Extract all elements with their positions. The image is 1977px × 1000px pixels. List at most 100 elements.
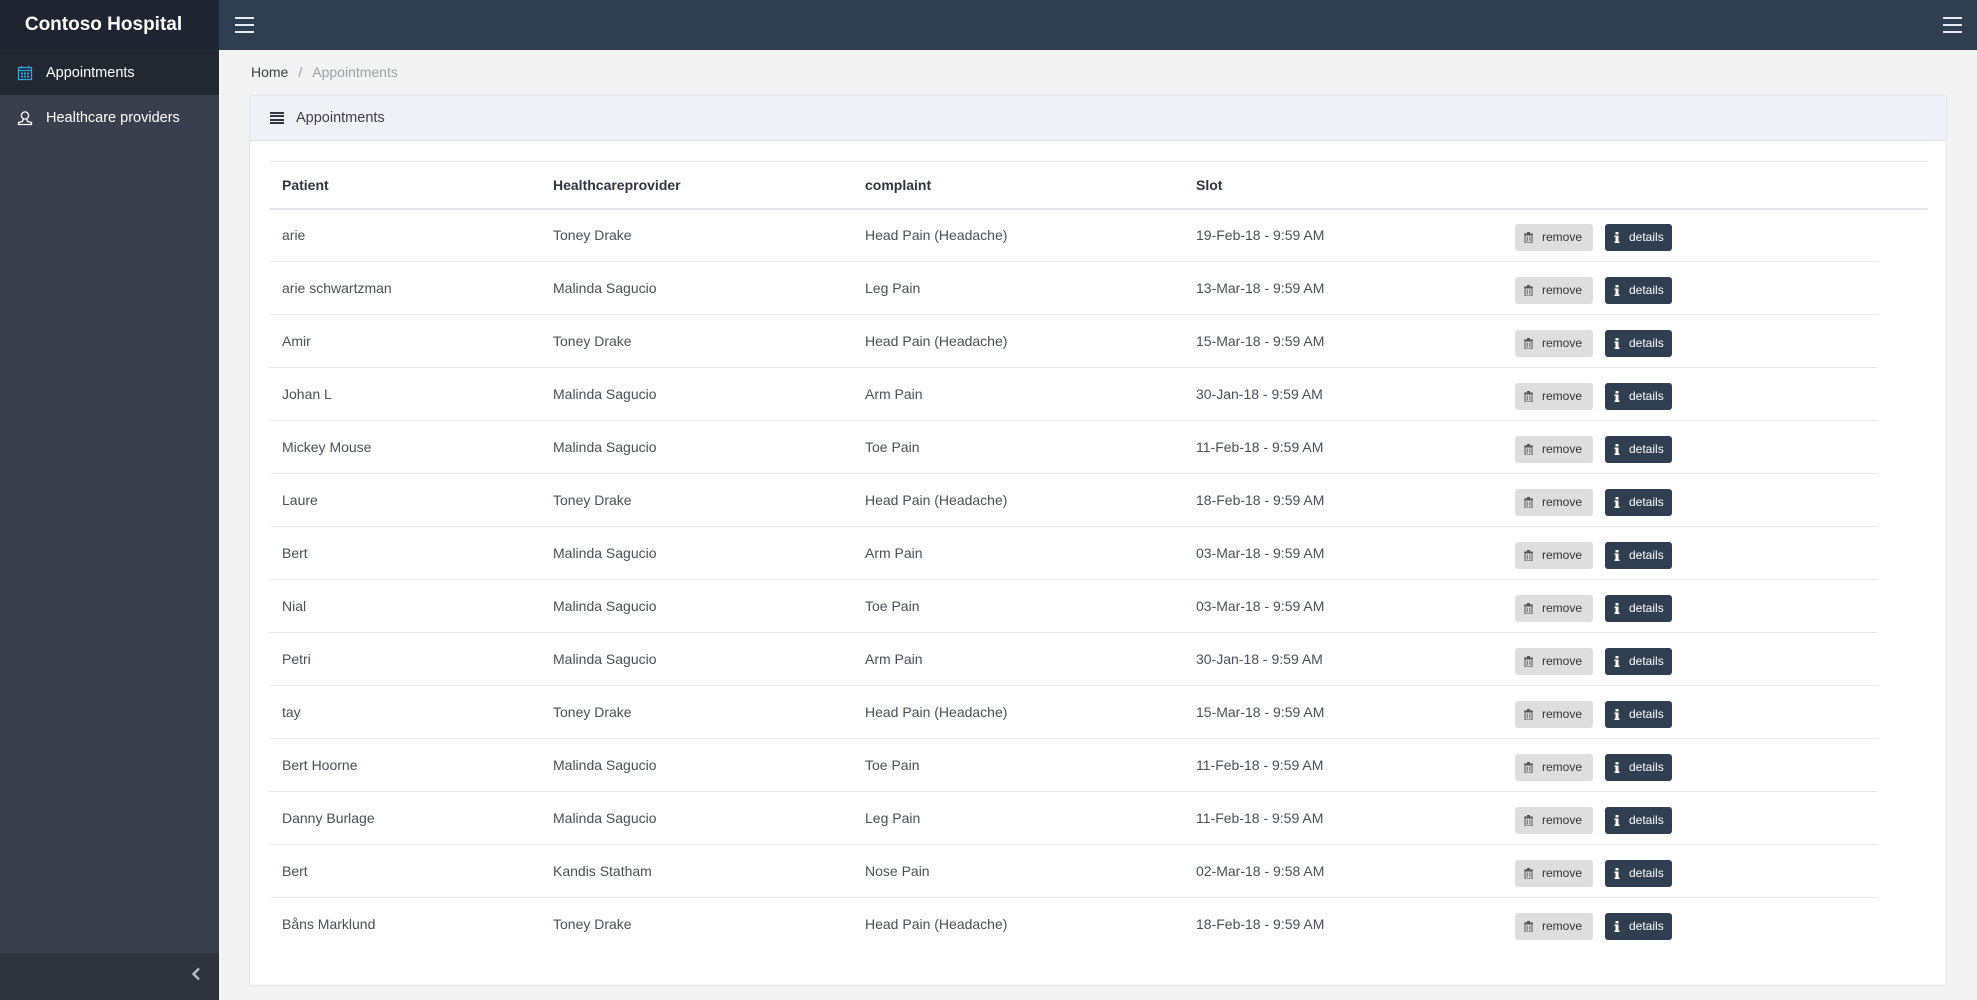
table-row: Laure Toney Drake Head Pain (Headache) 1…	[270, 473, 1928, 527]
cell-patient: Petri	[270, 632, 541, 686]
row-actions: remove details	[1515, 488, 1878, 516]
cell-complaint: Toe Pain	[853, 420, 1184, 474]
sidebar-item-label: Appointments	[46, 64, 135, 81]
details-button[interactable]: details	[1605, 435, 1672, 463]
details-button[interactable]: details	[1605, 382, 1672, 410]
remove-button[interactable]: remove	[1515, 912, 1593, 940]
table-row: Johan L Malinda Sagucio Arm Pain 30-Jan-…	[270, 367, 1928, 421]
details-button[interactable]: details	[1605, 647, 1672, 675]
hamburger-icon[interactable]	[235, 17, 254, 33]
cell-complaint: Head Pain (Headache)	[853, 685, 1184, 739]
remove-button[interactable]: remove	[1515, 541, 1593, 569]
column-header-slot: Slot	[1196, 176, 1223, 193]
cell-slot: 30-Jan-18 - 9:59 AM	[1184, 632, 1503, 686]
cell-slot: 30-Jan-18 - 9:59 AM	[1184, 367, 1503, 421]
details-button[interactable]: details	[1605, 753, 1672, 781]
cell-spacer	[1878, 845, 1928, 898]
cell-healthcareprovider: Malinda Sagucio	[541, 579, 853, 633]
remove-button[interactable]: remove	[1515, 329, 1593, 357]
cell-actions: remove details	[1503, 898, 1878, 951]
remove-button[interactable]: remove	[1515, 276, 1593, 304]
cell-complaint: Head Pain (Headache)	[853, 208, 1184, 262]
remove-button[interactable]: remove	[1515, 647, 1593, 675]
sidebar: Contoso Hospital Appointments Healthcare…	[0, 0, 219, 1000]
cell-actions: remove details	[1503, 208, 1878, 262]
row-actions: remove details	[1515, 382, 1878, 410]
details-button-label: details	[1629, 919, 1664, 934]
hamburger-icon[interactable]	[1943, 17, 1962, 33]
row-actions: remove details	[1515, 806, 1878, 834]
remove-button-label: remove	[1542, 495, 1583, 509]
remove-button[interactable]: remove	[1515, 435, 1593, 463]
remove-button-label: remove	[1542, 230, 1583, 245]
cell-spacer	[1878, 580, 1928, 633]
breadcrumb-current: Appointments	[312, 64, 398, 80]
cell-actions: remove details	[1503, 685, 1878, 739]
details-button[interactable]: details	[1605, 700, 1672, 728]
remove-button-label: remove	[1542, 389, 1583, 403]
details-button-label: details	[1629, 336, 1664, 350]
remove-button[interactable]: remove	[1515, 806, 1593, 834]
cell-healthcareprovider: Malinda Sagucio	[541, 738, 853, 792]
table-row: Amir Toney Drake Head Pain (Headache) 15…	[270, 314, 1928, 368]
details-button[interactable]: details	[1605, 859, 1672, 887]
trash-icon	[1524, 284, 1533, 296]
cell-slot: 11-Feb-18 - 9:59 AM	[1184, 420, 1503, 474]
remove-button[interactable]: remove	[1515, 594, 1593, 622]
cell-healthcareprovider: Toney Drake	[553, 916, 632, 933]
cell-slot: 18-Feb-18 - 9:59 AM	[1184, 473, 1503, 527]
user-icon	[17, 110, 33, 126]
cell-patient: Laure	[270, 473, 541, 527]
trash-icon	[1524, 443, 1533, 455]
remove-button[interactable]: remove	[1515, 700, 1593, 728]
details-button[interactable]: details	[1605, 594, 1672, 622]
sidebar-nav: Appointments Healthcare providers	[0, 50, 219, 140]
remove-button[interactable]: remove	[1515, 859, 1593, 887]
table-row: Bert Malinda Sagucio Arm Pain 03-Mar-18 …	[270, 526, 1928, 580]
details-button[interactable]: details	[1605, 488, 1672, 516]
details-button[interactable]: details	[1605, 541, 1672, 569]
remove-button-label: remove	[1542, 707, 1583, 721]
details-button[interactable]: details	[1605, 329, 1672, 357]
breadcrumb-home-link[interactable]: Home	[251, 64, 288, 80]
cell-slot: 18-Feb-18 - 9:59 AM	[1196, 916, 1325, 933]
sidebar-collapse-button[interactable]	[0, 953, 219, 1000]
cell-actions: remove details	[1503, 261, 1878, 315]
table-row: Petri Malinda Sagucio Arm Pain 30-Jan-18…	[270, 632, 1928, 686]
table-row: tay Toney Drake Head Pain (Headache) 15-…	[270, 685, 1928, 739]
remove-button-label: remove	[1542, 866, 1583, 880]
appointments-table-wrap: Patient Healthcareprovider complaint Slo…	[270, 161, 1928, 951]
cell-complaint: Arm Pain	[853, 632, 1184, 686]
info-icon	[1614, 496, 1620, 508]
cell-slot: 15-Mar-18 - 9:59 AM	[1184, 685, 1503, 739]
cell-actions: remove details	[1503, 526, 1878, 580]
details-button-label: details	[1629, 866, 1664, 880]
details-button[interactable]: details	[1605, 276, 1672, 304]
table-body: arie Toney Drake Head Pain (Headache) 19…	[270, 208, 1928, 951]
remove-button-label: remove	[1542, 336, 1583, 350]
remove-button-label: remove	[1542, 601, 1583, 615]
row-actions: remove details	[1515, 435, 1878, 463]
cell-healthcareprovider: Toney Drake	[541, 685, 853, 739]
info-icon	[1614, 708, 1620, 720]
details-button-label: details	[1629, 548, 1664, 562]
cell-complaint: Leg Pain	[853, 261, 1184, 315]
details-button-label: details	[1629, 283, 1664, 297]
remove-button[interactable]: remove	[1515, 382, 1593, 410]
cell-complaint: Toe Pain	[853, 579, 1184, 633]
details-button[interactable]: details	[1605, 912, 1672, 940]
remove-button[interactable]: remove	[1515, 488, 1593, 516]
row-actions: remove details	[1515, 647, 1878, 675]
sidebar-item-appointments[interactable]: Appointments	[0, 50, 219, 95]
cell-actions: remove details	[1503, 791, 1878, 845]
details-button[interactable]: details	[1605, 223, 1672, 251]
sidebar-item-healthcare-providers[interactable]: Healthcare providers	[0, 95, 219, 140]
cell-complaint: Head Pain (Headache)	[853, 473, 1184, 527]
breadcrumb: Home / Appointments	[251, 64, 398, 80]
details-button[interactable]: details	[1605, 806, 1672, 834]
cell-complaint: Head Pain (Headache)	[865, 916, 1008, 933]
remove-button[interactable]: remove	[1515, 223, 1593, 251]
cell-healthcareprovider: Malinda Sagucio	[541, 261, 853, 315]
cell-healthcareprovider: Kandis Statham	[541, 844, 853, 898]
remove-button[interactable]: remove	[1515, 753, 1593, 781]
